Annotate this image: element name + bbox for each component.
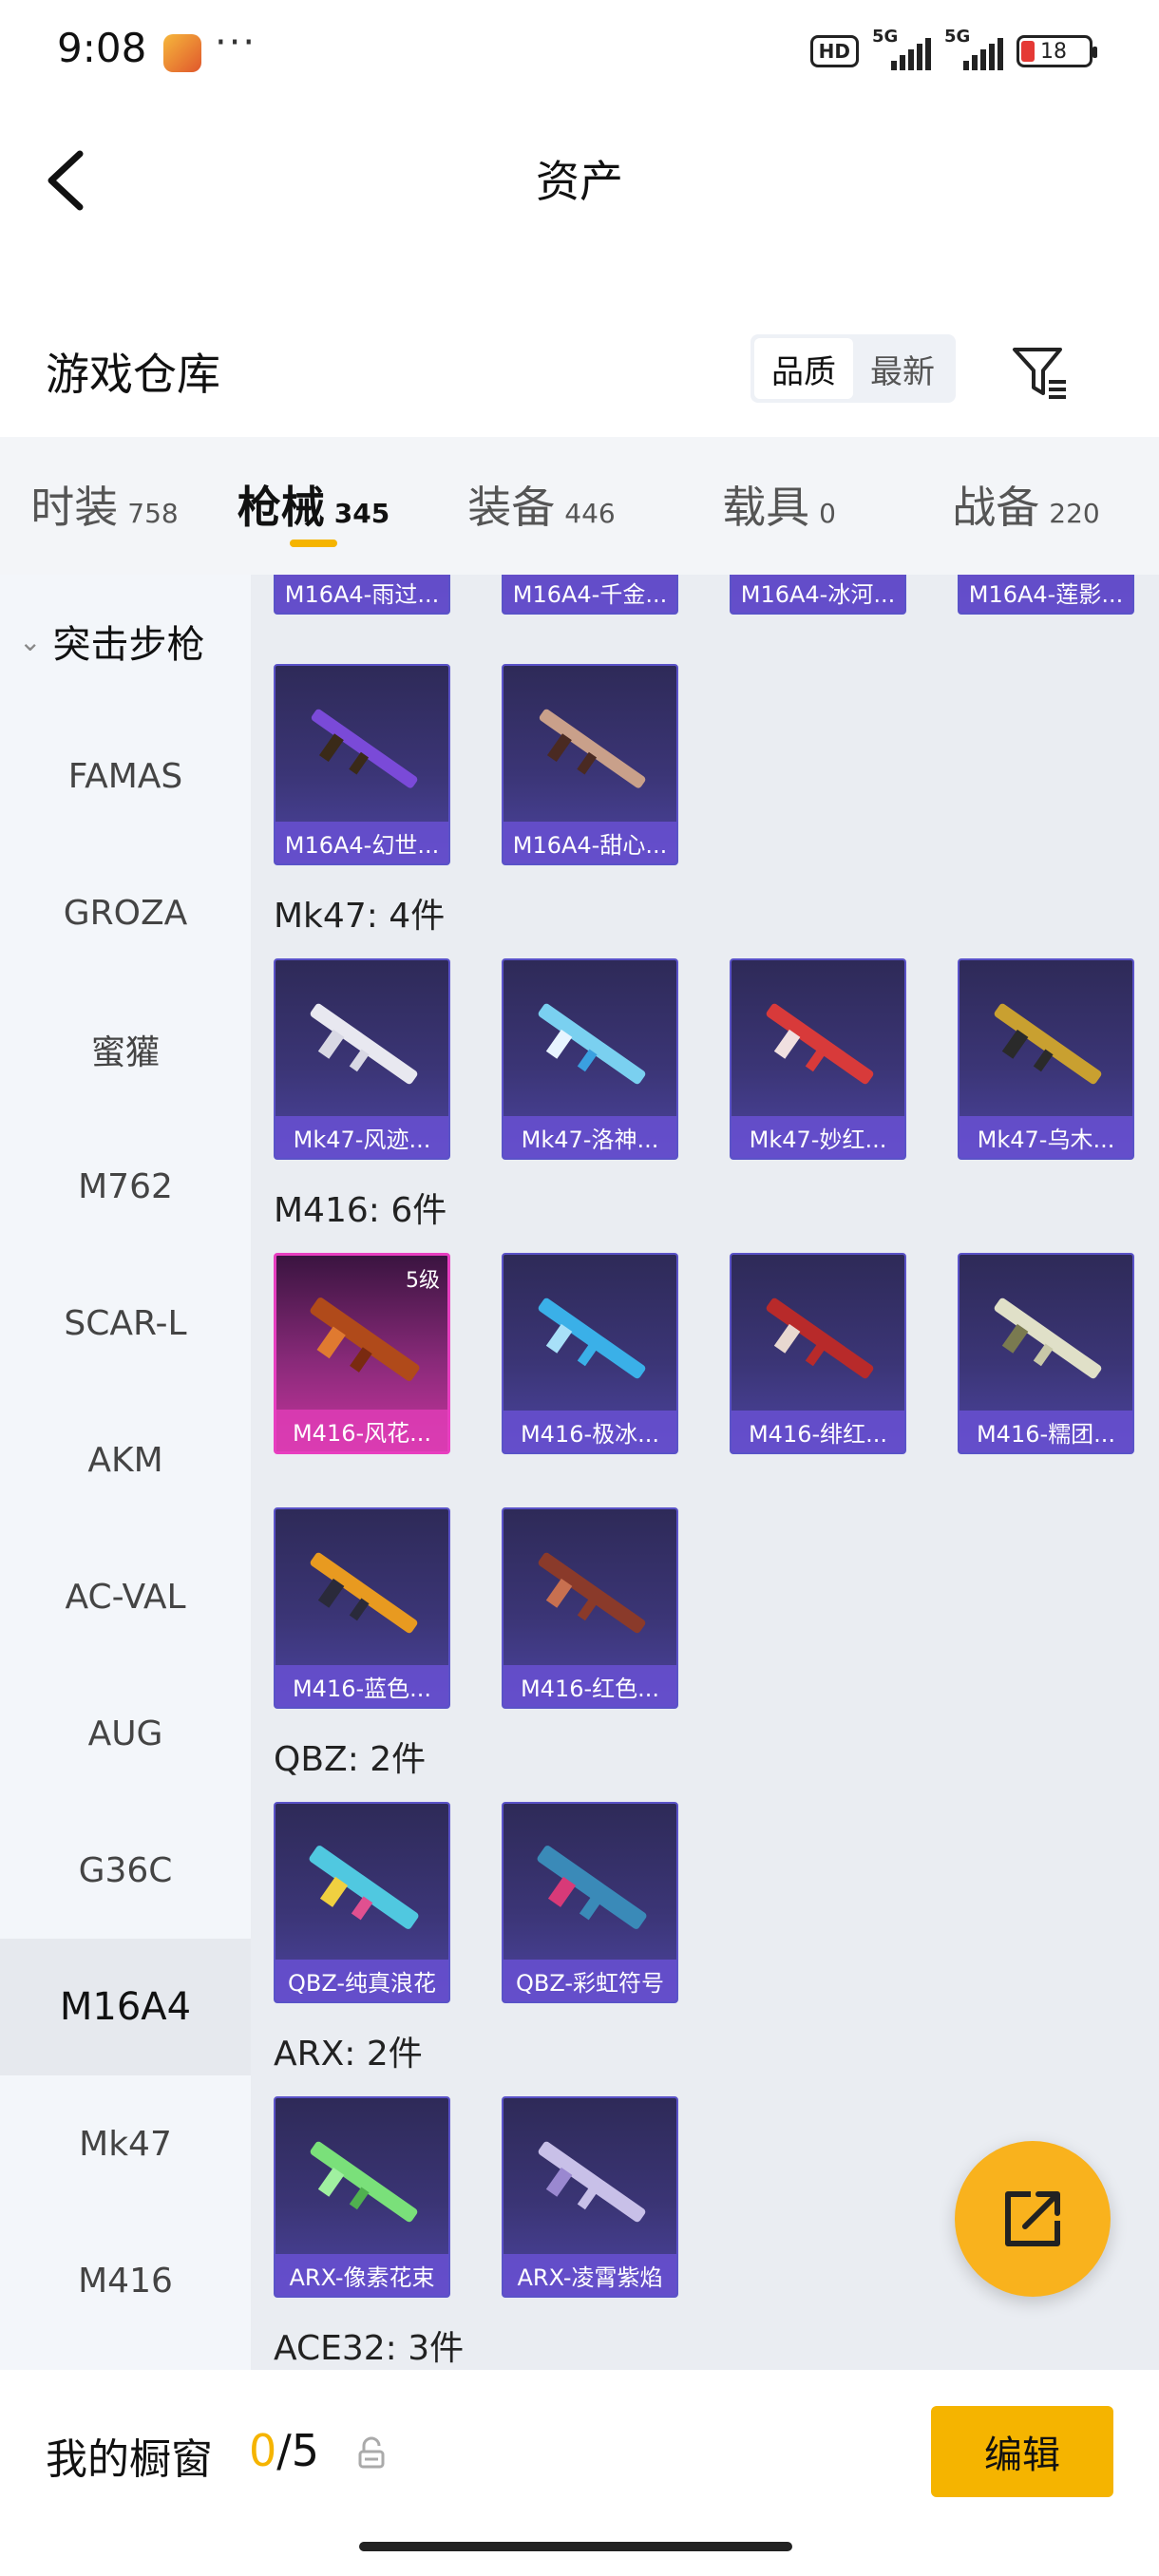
sidebar-item-ac-val[interactable]: AC-VAL [0,1528,251,1665]
status-time: 9:08 [57,25,147,71]
weapon-card[interactable]: M16A4-莲影... [958,575,1134,615]
weapon-card[interactable]: Mk47-洛神... [502,958,678,1160]
sidebar-item-famas[interactable]: FAMAS [0,708,251,844]
rifle-icon [994,1003,1102,1085]
battery-level: 18 [1040,39,1067,64]
weapon-card[interactable]: M16A4-甜心... [502,664,678,865]
signal-icon-1: 5G [872,27,931,70]
weapon-card[interactable]: ARX-像素花束 [274,2096,450,2298]
weapon-card[interactable]: M416-极冰... [502,1253,678,1454]
sidebar-item-m16a4[interactable]: M16A4 [0,1939,251,2075]
rifle-icon [311,709,418,788]
sort-newest-button[interactable]: 最新 [853,338,952,399]
sidebar-item-aug[interactable]: AUG [0,1665,251,1802]
rifle-icon [539,709,646,788]
group-label-qbz: QBZ: 2件 [274,1740,427,1779]
weapon-card[interactable]: QBZ-彩虹符号 [502,1802,678,2003]
weapon-card[interactable]: M416-蓝色... [274,1507,450,1709]
weapon-grid: M16A4-雨过... M16A4-千金... M16A4-冰河... M16A… [251,575,1159,2370]
sidebar-item-groza[interactable]: GROZA [0,844,251,981]
page-title: 资产 [536,156,623,207]
page: 9:08 ··· HD 5G 5G 18 资产 游戏仓库 品质 最新 时装 75… [0,0,1159,2576]
weapon-card[interactable]: QBZ-纯真浪花 [274,1802,450,2003]
weapon-card[interactable]: Mk47-风迹... [274,958,450,1160]
rifle-icon [994,1297,1102,1379]
more-notifications-icon: ··· [215,21,257,65]
weapon-card[interactable]: M16A4-冰河... [730,575,906,615]
tab-active-indicator [290,540,337,547]
share-button[interactable] [955,2141,1111,2297]
weapon-card[interactable]: M416-绯红... [730,1253,906,1454]
weapon-card[interactable]: 5级 M416-风花... [274,1253,450,1454]
sort-toggle: 品质 最新 [750,334,956,403]
weapon-type-sidebar: ⌄ 突击步枪 FAMAS GROZA 蜜獾 M762 SCAR-L AKM AC… [0,575,251,2370]
rifle-icon [537,1846,647,1929]
rifle-icon [538,2141,646,2223]
edit-button[interactable]: 编辑 [931,2406,1113,2497]
share-icon [1005,2191,1060,2246]
group-label-arx: ARX: 2件 [274,2035,423,2074]
rifle-icon [538,1552,646,1634]
weapon-card[interactable]: M416-红色... [502,1507,678,1709]
sidebar-item-scar-l[interactable]: SCAR-L [0,1255,251,1392]
rifle-icon [310,2141,418,2223]
weapon-card[interactable]: M416-糯团... [958,1253,1134,1454]
warehouse-row: 游戏仓库 品质 最新 [0,313,1159,427]
tab-fashion[interactable]: 时装 758 [0,437,209,575]
status-icons: HD 5G 5G 18 [809,27,1097,70]
weapon-card[interactable]: Mk47-乌木... [958,958,1134,1160]
sidebar-category-assault-rifle[interactable]: ⌄ 突击步枪 [0,575,251,708]
rifle-icon [310,1297,420,1381]
filter-button[interactable] [1007,338,1074,405]
group-label-mk47: Mk47: 4件 [274,897,446,936]
battery-icon: 18 [1016,35,1097,67]
rifle-icon [538,1003,646,1085]
rifle-icon [766,1297,874,1379]
rifle-icon [310,1003,418,1085]
group-label-ace32: ACE32: 3件 [274,2329,465,2368]
lock-icon [358,2436,385,2469]
tab-firearms[interactable]: 枪械 345 [209,437,418,575]
sidebar-item-mk47[interactable]: Mk47 [0,2075,251,2212]
chevron-down-icon: ⌄ [19,625,42,657]
app-notification-icon [163,34,201,72]
filter-icon [1013,348,1066,399]
group-label-m416: M416: 6件 [274,1191,447,1230]
warehouse-title: 游戏仓库 [46,349,220,400]
status-bar: 9:08 ··· HD 5G 5G 18 [0,0,1159,104]
sort-quality-button[interactable]: 品质 [754,338,853,399]
weapon-card[interactable]: ARX-凌霄紫焰 [502,2096,678,2298]
rifle-icon [538,1297,646,1379]
rifle-icon [310,1552,418,1634]
sidebar-item-m416[interactable]: M416 [0,2212,251,2349]
category-tabs: 时装 758 枪械 345 装备 446 载具 0 战备 220 [0,437,1159,575]
rifle-icon [309,1846,419,1929]
weapon-card[interactable]: M16A4-千金... [502,575,678,615]
rifle-icon [766,1003,874,1085]
signal-icon-2: 5G [944,27,1003,70]
tab-equipment[interactable]: 装备 446 [418,437,665,575]
weapon-card[interactable]: M16A4-幻世... [274,664,450,865]
showcase-label: 我的橱窗 [46,2435,213,2484]
hd-icon: HD [809,35,859,67]
sidebar-item-akm[interactable]: AKM [0,1392,251,1528]
home-indicator [359,2542,792,2551]
weapon-card[interactable]: M16A4-雨过... [274,575,450,615]
tab-vehicles[interactable]: 载具 0 [665,437,893,575]
sidebar-item-honey-badger[interactable]: 蜜獾 [0,981,251,1118]
tab-supplies[interactable]: 战备 220 [893,437,1159,575]
sidebar-item-m762[interactable]: M762 [0,1118,251,1255]
header: 资产 [0,104,1159,247]
sidebar-item-g36c[interactable]: G36C [0,1802,251,1939]
showcase-count: 0/5 [249,2425,320,2476]
weapon-card[interactable]: Mk47-妙红... [730,958,906,1160]
